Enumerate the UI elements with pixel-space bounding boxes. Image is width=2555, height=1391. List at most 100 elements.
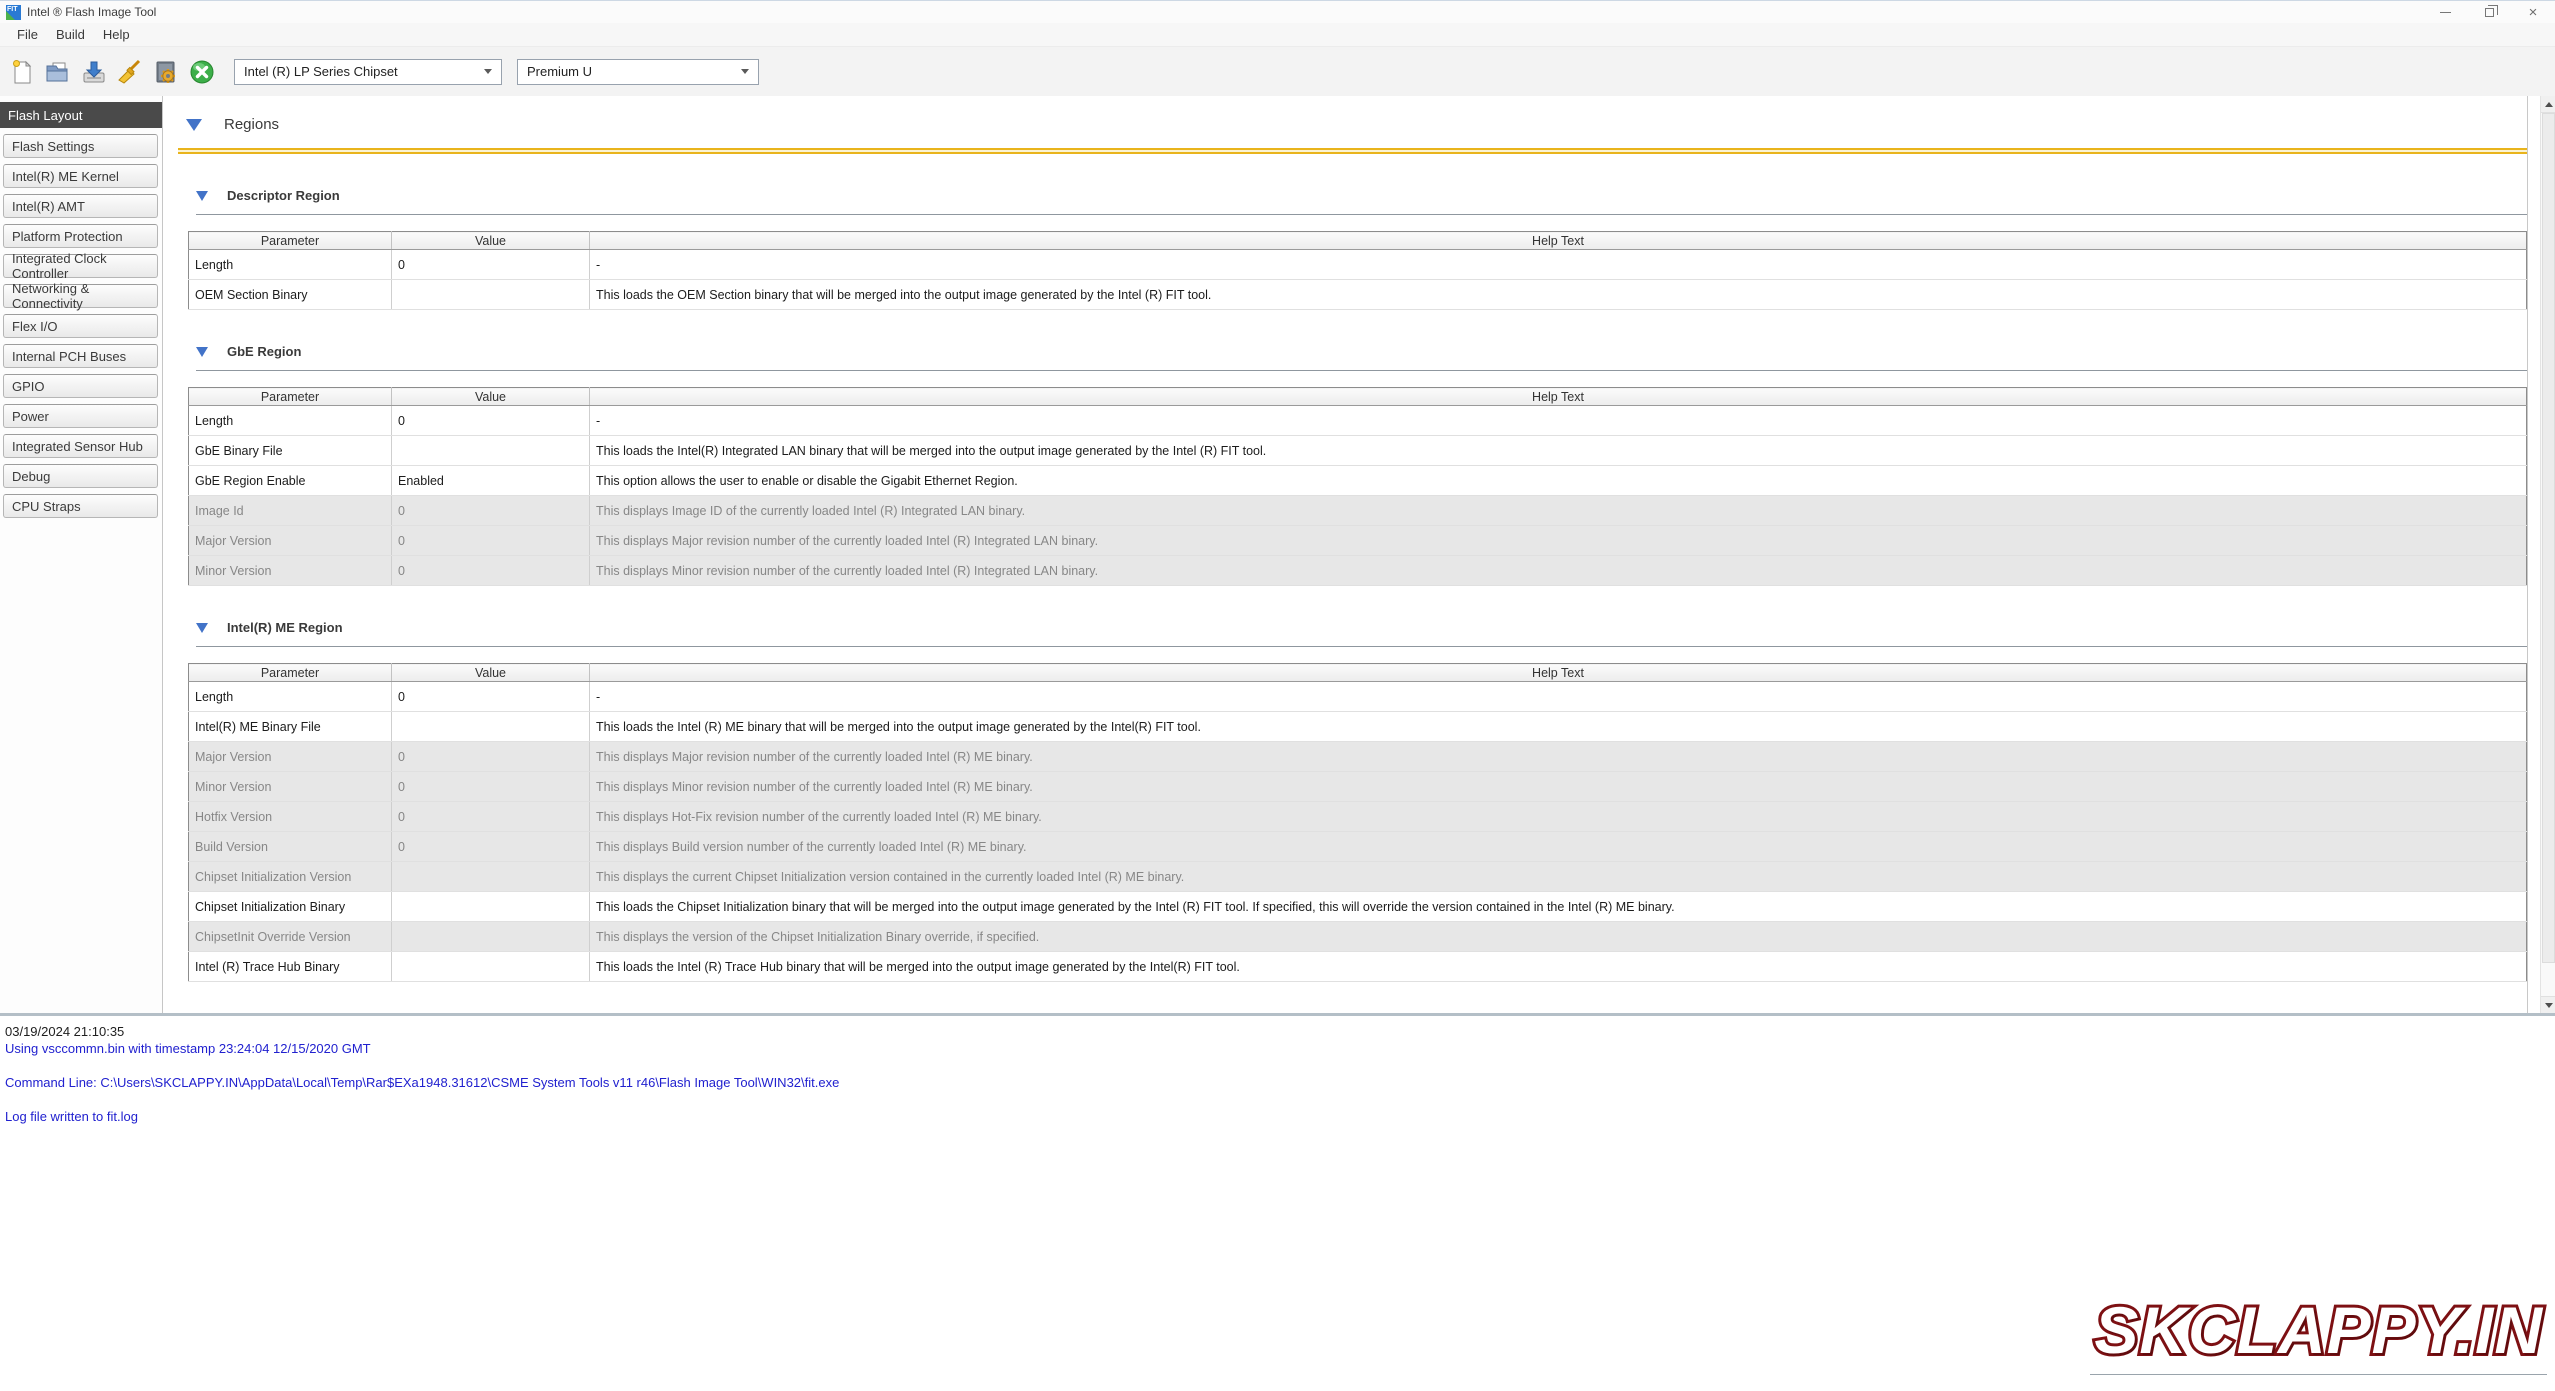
table-row: Intel (R) Trace Hub Binary This loads th… [189,952,2527,982]
help-text-cell: This loads the OEM Section binary that w… [590,280,2527,310]
parameter-cell: Chipset Initialization Binary [189,892,392,922]
value-cell[interactable]: 0 [392,802,590,832]
clean-build-button[interactable] [114,55,145,89]
column-header-help-text: Help Text [590,232,2527,250]
value-cell[interactable] [392,436,590,466]
minimize-button[interactable] [2423,1,2467,23]
parameter-cell: Length [189,250,392,280]
parameter-table: Parameter Value Help Text Length 0 - Int… [188,663,2527,982]
value-cell[interactable] [392,922,590,952]
chipset-select[interactable]: Intel (R) LP Series Chipset [234,59,502,85]
app-body: Flash Layout Flash Settings Intel(R) ME … [0,96,2555,1013]
scrollbar-thumb[interactable] [2542,113,2555,963]
section-divider [196,646,2527,647]
menu-bar: File Build Help [0,23,2555,46]
build-settings-icon [152,58,180,86]
sidebar-item-platform-protection[interactable]: Platform Protection [3,224,158,248]
value-cell[interactable]: 0 [392,682,590,712]
sidebar-item-power[interactable]: Power [3,404,158,428]
help-text-cell: - [590,250,2527,280]
value-cell[interactable] [392,712,590,742]
sku-select[interactable]: Premium U [517,59,759,85]
value-cell[interactable] [392,280,590,310]
value-cell[interactable]: 0 [392,772,590,802]
table-row: Chipset Initialization Binary This loads… [189,892,2527,922]
column-header-parameter: Parameter [189,232,392,250]
arrow-down-icon [2545,1003,2553,1008]
content-canvas: Regions Descriptor Region Parameter Valu… [164,96,2528,1013]
column-header-value: Value [392,664,590,682]
parameter-cell: GbE Region Enable [189,466,392,496]
sidebar-item-flash-settings[interactable]: Flash Settings [3,134,158,158]
sidebar-item-label: CPU Straps [12,499,81,514]
table-row: Major Version 0 This displays Major revi… [189,742,2527,772]
sidebar-item-integrated-sensor-hub[interactable]: Integrated Sensor Hub [3,434,158,458]
regions-divider [178,148,2527,154]
column-header-value: Value [392,388,590,406]
vertical-scrollbar[interactable] [2540,96,2555,1013]
region-section: Descriptor Region Parameter Value Help T… [178,188,2527,310]
section-header[interactable]: GbE Region [196,344,2527,359]
sidebar-item-gpio[interactable]: GPIO [3,374,158,398]
open-image-button[interactable] [42,55,73,89]
sidebar-item-cpu-straps[interactable]: CPU Straps [3,494,158,518]
help-text-cell: This option allows the user to enable or… [590,466,2527,496]
save-image-button[interactable] [78,55,109,89]
column-header-help-text: Help Text [590,664,2527,682]
arrow-up-icon [2545,102,2553,107]
parameter-cell: ChipsetInit Override Version [189,922,392,952]
sidebar-item-intel-r-amt[interactable]: Intel(R) AMT [3,194,158,218]
regions-header[interactable]: Regions [186,116,2527,133]
section-header[interactable]: Descriptor Region [196,188,2527,203]
build-settings-button[interactable] [150,55,181,89]
log-line [5,1091,2555,1108]
section-divider [196,214,2527,215]
parameter-cell: Minor Version [189,772,392,802]
column-header-help-text: Help Text [590,388,2527,406]
close-image-button[interactable] [186,55,217,89]
parameter-cell: Minor Version [189,556,392,586]
value-cell[interactable]: 0 [392,496,590,526]
value-cell[interactable]: 0 [392,526,590,556]
chipset-select-value: Intel (R) LP Series Chipset [244,64,398,79]
value-cell[interactable]: 0 [392,556,590,586]
value-cell[interactable] [392,862,590,892]
sidebar-item-internal-pch-buses[interactable]: Internal PCH Buses [3,344,158,368]
column-header-parameter: Parameter [189,388,392,406]
scroll-down-button[interactable] [2541,996,2555,1013]
log-line: 03/19/2024 21:10:35 [5,1023,2555,1040]
value-cell[interactable]: 0 [392,832,590,862]
sidebar-item-networking-connectivity[interactable]: Networking & Connectivity [3,284,158,308]
section-header[interactable]: Intel(R) ME Region [196,620,2527,635]
close-button[interactable]: × [2511,1,2555,23]
menu-build[interactable]: Build [47,25,94,44]
value-cell[interactable] [392,952,590,982]
new-image-button[interactable] [6,55,37,89]
sidebar-item-label: Flex I/O [12,319,58,334]
table-row: Minor Version 0 This displays Minor revi… [189,556,2527,586]
value-cell[interactable]: Enabled [392,466,590,496]
sidebar-item-flash-layout[interactable]: Flash Layout [0,102,162,128]
chevron-down-icon [484,69,492,74]
content-area: Regions Descriptor Region Parameter Valu… [164,96,2540,1013]
value-cell[interactable] [392,892,590,922]
sidebar-item-intel-r-me-kernel[interactable]: Intel(R) ME Kernel [3,164,158,188]
column-header-parameter: Parameter [189,664,392,682]
restore-button[interactable] [2467,1,2511,23]
parameter-table: Parameter Value Help Text Length 0 - GbE… [188,387,2527,586]
table-row: Image Id 0 This displays Image ID of the… [189,496,2527,526]
log-line [5,1057,2555,1074]
sidebar-item-debug[interactable]: Debug [3,464,158,488]
sidebar-item-label: Debug [12,469,50,484]
scroll-up-button[interactable] [2541,96,2555,113]
value-cell[interactable]: 0 [392,250,590,280]
watermark: SKCLAPPY.IN [2090,1292,2547,1375]
sidebar-item-integrated-clock-controller[interactable]: Integrated Clock Controller [3,254,158,278]
menu-file[interactable]: File [8,25,47,44]
value-cell[interactable]: 0 [392,742,590,772]
table-row: Major Version 0 This displays Major revi… [189,526,2527,556]
sidebar-item-flex-i-o[interactable]: Flex I/O [3,314,158,338]
value-cell[interactable]: 0 [392,406,590,436]
help-text-cell: This displays Image ID of the currently … [590,496,2527,526]
menu-help[interactable]: Help [94,25,139,44]
